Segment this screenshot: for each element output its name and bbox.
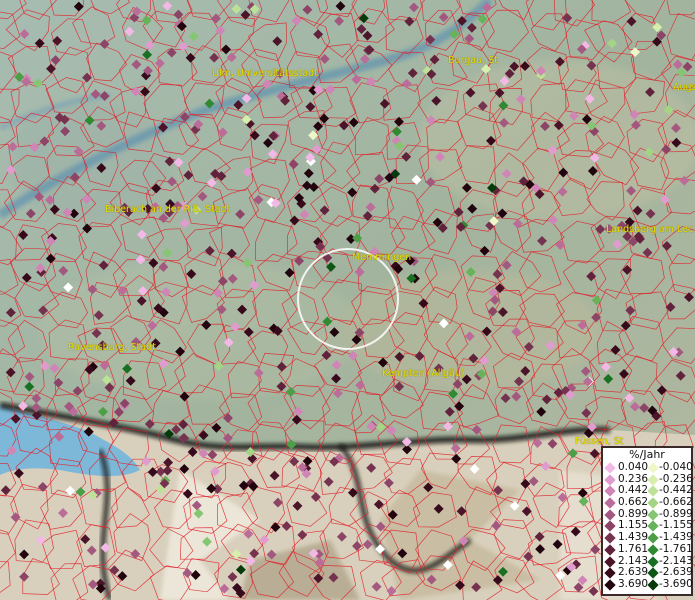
legend-swatch-positive (604, 485, 616, 498)
city-label-memmingen: Memmingen (352, 252, 412, 263)
legend-row: 0.662 -0.662 (603, 496, 693, 509)
legend-swatch-positive (604, 544, 616, 556)
city-label-burgau: Burgau, St (448, 55, 498, 66)
legend-swatch-positive (604, 509, 616, 521)
legend-swatch-positive (604, 462, 616, 474)
legend-swatch-positive (604, 579, 616, 591)
legend-swatch-negative (647, 497, 659, 509)
legend-swatch-positive (604, 474, 616, 486)
legend-value-positive: 3.690 (618, 577, 649, 590)
legend-swatch-positive (604, 520, 616, 533)
legend-swatch-negative (647, 544, 659, 556)
legend-row: 3.690 -3.690 (603, 577, 693, 591)
legend-swatch-negative (647, 509, 659, 521)
legend-value-positive: 0.040 (618, 461, 649, 473)
legend-row: 1.761 -1.761 (603, 542, 693, 556)
city-label-landsberg: Landsberg am Lec (606, 224, 694, 235)
legend-swatch-positive (604, 567, 616, 579)
legend-swatch-negative (647, 579, 659, 591)
legend-swatch-negative (647, 520, 659, 533)
legend-value-negative: -3.690 (659, 577, 693, 590)
legend-value-negative: -0.662 (659, 496, 693, 509)
city-label-kempten: Kempten (Allgäu) (382, 368, 465, 379)
legend-row: 0.040 -0.040 (603, 461, 693, 474)
legend-value-negative: -1.761 (659, 542, 693, 555)
legend-value-positive: 0.662 (618, 496, 649, 509)
city-label-ravensburg: Ravensburg, Stadt (68, 342, 156, 353)
legend-value-positive: 1.761 (618, 542, 649, 555)
legend-swatch-positive (604, 555, 616, 568)
map-canvas[interactable] (0, 0, 695, 600)
legend-swatch-negative (647, 485, 659, 498)
city-label-biberach: Biberach an der Riß, Stadt (105, 204, 231, 215)
legend-title: %/Jahr (629, 448, 665, 461)
legend-swatch-negative (647, 567, 659, 579)
legend-swatch-negative (647, 555, 659, 568)
legend-swatch-negative (647, 474, 659, 486)
legend-swatch-positive (604, 532, 616, 544)
legend-swatch-positive (604, 497, 616, 509)
city-label-ulm: Ulm, Universitätsstadt (212, 68, 318, 79)
legend-swatch-negative (647, 532, 659, 544)
city-label-augsburg: Augs (673, 82, 695, 93)
legend-swatch-negative (647, 462, 659, 474)
legend: %/Jahr 0.040 -0.040 0.236 -0.236 0.442 -0.442… (601, 446, 693, 596)
legend-value-negative: -0.040 (659, 461, 693, 473)
